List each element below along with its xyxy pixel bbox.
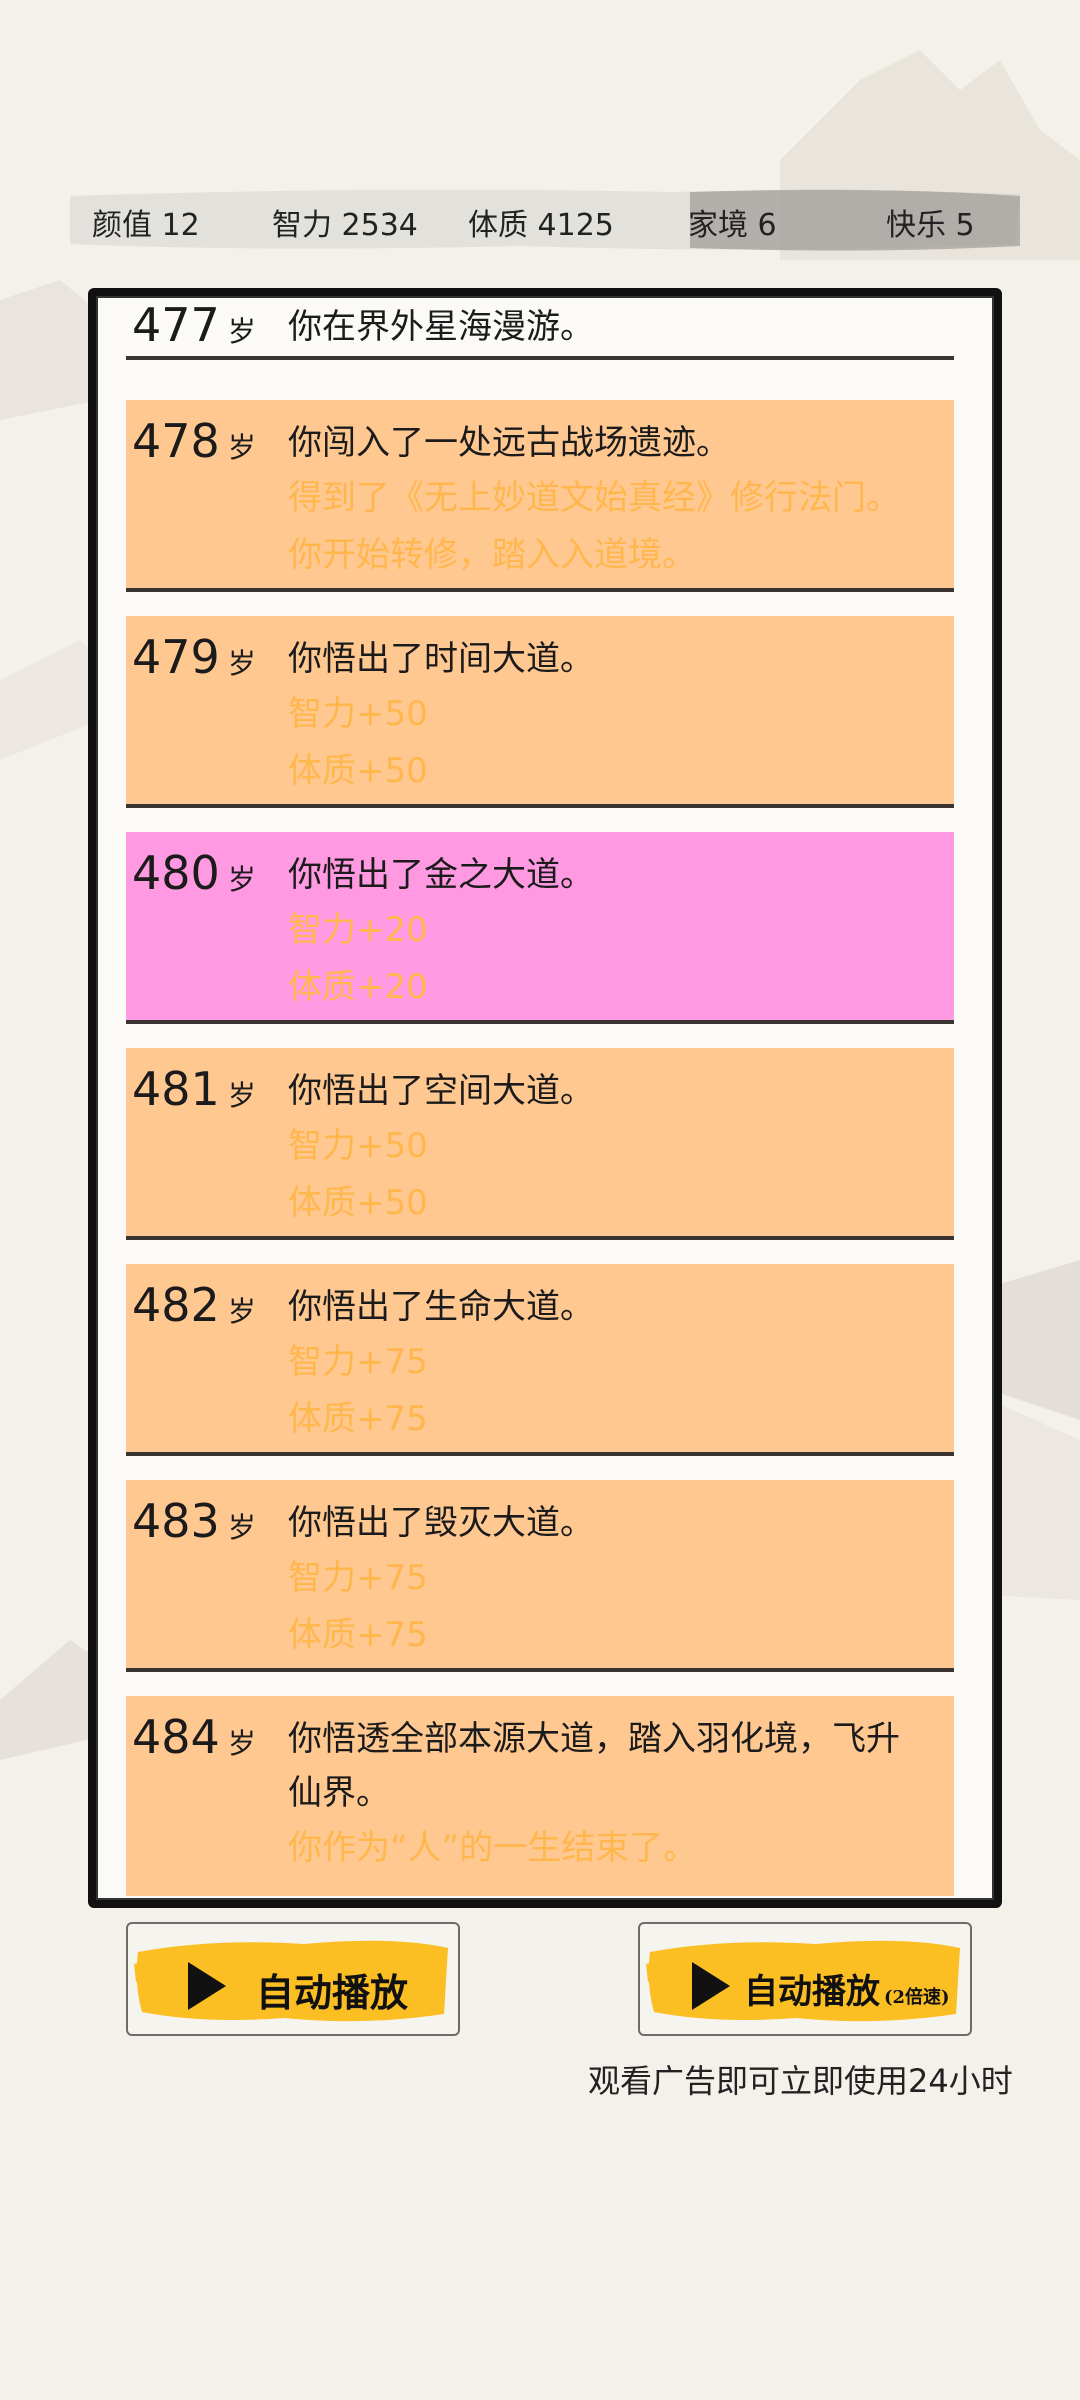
attribute-stats-bar: 颜值 12 智力 2534 体质 4125 家境 6 快乐 5 [70, 186, 1020, 254]
play-icon [692, 1962, 730, 2010]
auto-play-button[interactable]: 自动播放 [126, 1922, 460, 2036]
life-log-list[interactable]: 477 岁 你在界外星海漫游。 478 岁 你闯入了一处远古战场遗迹。 得到了《无上… [96, 296, 994, 1900]
life-event-480: 480 岁 你悟出了金之大道。 智力+20 体质+20 [126, 832, 954, 1024]
age-unit: 岁 [227, 1079, 256, 1112]
event-detail: 智力+50 [288, 1126, 428, 1166]
event-detail: 智力+75 [288, 1342, 428, 1382]
play-icon [188, 1962, 226, 2010]
event-detail: 你作为“人”的一生结束了。 [288, 1828, 698, 1868]
age-unit: 岁 [227, 1295, 256, 1328]
stat-intelligence: 智力 2534 [272, 208, 418, 243]
event-age: 477 [132, 298, 220, 352]
event-text: 你闯入了一处远古战场遗迹。 [288, 423, 730, 463]
event-age: 484 [132, 1710, 220, 1764]
event-text: 你悟出了金之大道。 [288, 855, 594, 895]
life-event-477: 477 岁 你在界外星海漫游。 [126, 296, 954, 360]
age-unit: 岁 [227, 647, 256, 680]
stat-happiness: 快乐 5 [886, 208, 975, 243]
life-event-481: 481 岁 你悟出了空间大道。 智力+50 体质+50 [126, 1048, 954, 1240]
event-detail: 智力+20 [288, 910, 428, 950]
age-unit: 岁 [227, 1727, 256, 1760]
event-age: 478 [132, 414, 220, 468]
event-detail: 体质+50 [288, 1183, 428, 1223]
event-detail: 你开始转修，踏入入道境。 [288, 535, 696, 575]
event-age: 483 [132, 1494, 220, 1548]
life-log-panel[interactable]: 477 岁 你在界外星海漫游。 478 岁 你闯入了一处远古战场遗迹。 得到了《无上… [88, 288, 1002, 1908]
life-event-478: 478 岁 你闯入了一处远古战场遗迹。 得到了《无上妙道文始真经》修行法门。 你开… [126, 400, 954, 592]
event-text: 你悟出了毁灭大道。 [288, 1503, 594, 1543]
event-text: 你悟出了时间大道。 [288, 639, 594, 679]
life-event-483: 483 岁 你悟出了毁灭大道。 智力+75 体质+75 [126, 1480, 954, 1672]
event-age: 480 [132, 846, 220, 900]
event-text: 你悟出了生命大道。 [288, 1287, 594, 1327]
event-detail: 体质+50 [288, 751, 428, 791]
speed-2x-label: (2倍速) [884, 1987, 950, 2008]
stat-appearance: 颜值 12 [92, 208, 200, 243]
event-detail: 体质+75 [288, 1615, 428, 1655]
life-event-482: 482 岁 你悟出了生命大道。 智力+75 体质+75 [126, 1264, 954, 1456]
event-detail: 智力+50 [288, 694, 428, 734]
event-age: 482 [132, 1278, 220, 1332]
auto-play-label: 自动播放 [256, 1970, 409, 2015]
event-age: 479 [132, 630, 220, 684]
age-unit: 岁 [227, 431, 256, 464]
age-unit: 岁 [227, 315, 256, 348]
stat-constitution: 体质 4125 [468, 208, 614, 243]
event-detail: 得到了《无上妙道文始真经》修行法门。 [288, 478, 900, 518]
life-event-479: 479 岁 你悟出了时间大道。 智力+50 体质+50 [126, 616, 954, 808]
event-text: 你悟出了空间大道。 [288, 1071, 594, 1111]
ad-unlock-note: 观看广告即可立即使用24小时 [588, 2062, 1013, 2100]
age-unit: 岁 [227, 1511, 256, 1544]
event-age: 481 [132, 1062, 220, 1116]
event-detail: 体质+75 [288, 1399, 428, 1439]
life-event-484: 484 岁 你悟透全部本源大道，踏入羽化境，飞升 仙界。 你作为“人”的一生结束了… [126, 1696, 954, 1896]
event-detail: 智力+75 [288, 1558, 428, 1598]
event-detail: 体质+20 [288, 967, 428, 1007]
auto-play-2x-button[interactable]: 自动播放 (2倍速) [638, 1922, 972, 2036]
stat-family: 家境 6 [688, 208, 777, 243]
age-unit: 岁 [227, 863, 256, 896]
event-text: 你悟透全部本源大道，踏入羽化境，飞升 [288, 1719, 900, 1759]
event-text-continued: 仙界。 [288, 1773, 390, 1813]
auto-play-2x-label: 自动播放 [744, 1972, 880, 2012]
event-text: 你在界外星海漫游。 [288, 307, 594, 347]
